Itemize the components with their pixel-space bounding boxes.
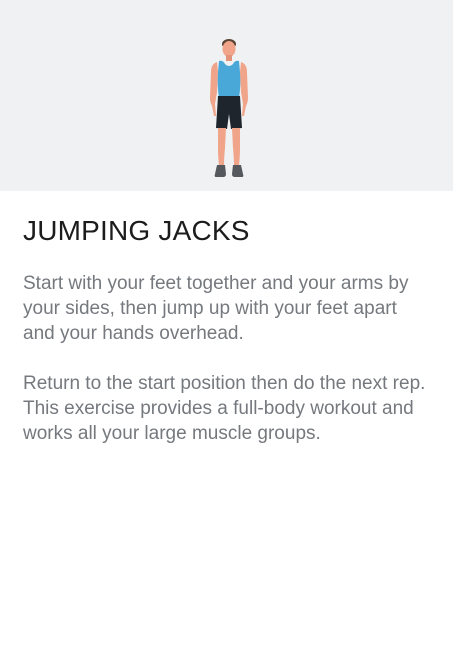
exercise-details: JUMPING JACKS Start with your feet toget… (23, 211, 433, 446)
exercise-description-paragraph: Return to the start position then do the… (23, 373, 426, 444)
exercise-description-paragraph: Start with your feet together and your a… (23, 273, 409, 344)
exercise-illustration-area (0, 0, 453, 191)
exercise-title: JUMPING JACKS (23, 215, 250, 246)
standing-person-illustration-icon (210, 39, 248, 177)
